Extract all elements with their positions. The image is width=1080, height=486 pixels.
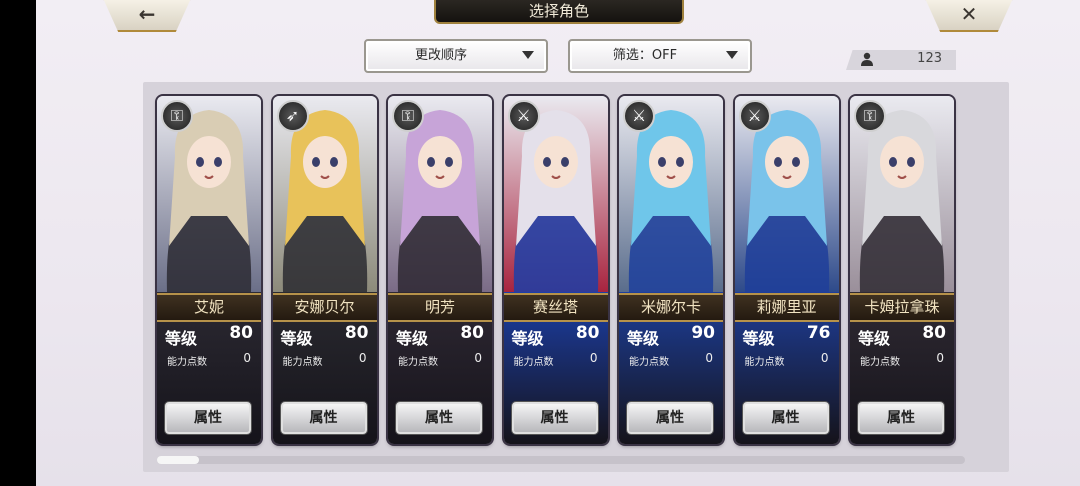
ability-points-value: 0 [358, 351, 367, 365]
close-button[interactable]: ✕ [924, 0, 1014, 32]
attributes-button[interactable]: 属性 [165, 402, 251, 434]
level-value: 80 [460, 323, 484, 343]
ability-points-label: 能力点数 [629, 357, 669, 368]
level-label: 等级 [742, 329, 775, 348]
ability-points-label: 能力点数 [282, 357, 323, 368]
horizontal-scrollbar[interactable] [157, 456, 965, 464]
attributes-button[interactable]: 属性 [396, 402, 482, 434]
level-label: 等级 [165, 329, 198, 348]
back-arrow-icon: ← [138, 2, 156, 26]
level-label: 等级 [858, 329, 891, 348]
scrollbar-thumb[interactable] [157, 456, 199, 464]
back-button[interactable]: ← [102, 0, 192, 32]
character-name: 安娜贝尔 [272, 293, 377, 322]
character-card[interactable]: ⚔ 米娜尔卡等级 90 能力点数 0 属性 [619, 96, 723, 444]
level-label: 等级 [511, 329, 544, 348]
character-name: 莉娜里亚 [734, 293, 839, 322]
character-card[interactable]: ⚿ 艾妮等级 80 能力点数 0 属性 [157, 96, 261, 444]
left-black-bar [0, 0, 36, 486]
character-card[interactable]: ⚿ 明芳等级 80 能力点数 0 属性 [388, 96, 492, 444]
character-card[interactable]: ➶ 安娜贝尔等级 80 能力点数 0 属性 [272, 96, 377, 444]
ability-points-value: 0 [820, 351, 829, 365]
level-value: 76 [806, 323, 831, 343]
key-icon: ⚿ [161, 100, 193, 132]
ability-points-label: 能力点数 [744, 357, 785, 368]
character-card[interactable]: ⚔ 赛丝塔等级 80 能力点数 0 属性 [503, 96, 608, 444]
character-card[interactable]: ⚿ 卡姆拉拿珠等级 80 能力点数 0 属性 [850, 96, 954, 444]
close-icon: ✕ [960, 2, 978, 26]
ability-points-value: 0 [705, 351, 713, 365]
character-name: 明芳 [388, 293, 492, 322]
level-label: 等级 [396, 329, 429, 348]
ability-points-value: 0 [243, 351, 251, 365]
character-name: 赛丝塔 [503, 293, 608, 322]
level-label: 等级 [280, 329, 313, 348]
level-value: 80 [575, 323, 600, 343]
character-count-value: 123 [917, 51, 942, 66]
sort-dropdown-label: 更改顺序 [414, 48, 467, 63]
attributes-button[interactable]: 属性 [742, 402, 829, 434]
attributes-button[interactable]: 属性 [627, 402, 713, 434]
arrow-icon: ➶ [276, 100, 309, 132]
ability-points-label: 能力点数 [167, 357, 207, 368]
character-name: 艾妮 [157, 293, 261, 322]
level-value: 80 [344, 323, 369, 343]
level-value: 90 [691, 323, 715, 343]
ability-points-value: 0 [589, 351, 598, 365]
attributes-button[interactable]: 属性 [858, 402, 944, 434]
level-label: 等级 [627, 329, 660, 348]
character-card[interactable]: ⚔ 莉娜里亚等级 76 能力点数 0 属性 [734, 96, 839, 444]
filter-dropdown-label: 筛选：OFF [612, 48, 678, 63]
sort-order-dropdown[interactable]: 更改顺序 [364, 39, 548, 73]
character-name: 米娜尔卡 [619, 293, 723, 322]
filter-dropdown[interactable]: 筛选：OFF [568, 39, 752, 73]
select-character-screen: ← 选择角色 ✕ 更改顺序 筛选：OFF 123 ⚿ 艾妮 等级 80 能力点数 0 属性 ➶… [36, 0, 1080, 486]
person-icon [860, 52, 874, 70]
character-name: 卡姆拉拿珠 [850, 293, 954, 322]
chevron-down-icon [522, 51, 534, 59]
key-icon: ⚿ [392, 100, 424, 132]
page-title: 选择角色 [434, 0, 684, 24]
sword-icon: ⚔ [507, 100, 540, 132]
sword-icon: ⚔ [623, 100, 655, 132]
character-count: 123 [846, 50, 956, 70]
level-value: 80 [922, 323, 946, 343]
ability-points-label: 能力点数 [860, 357, 900, 368]
ability-points-value: 0 [474, 351, 482, 365]
character-list-panel: ⚿ 艾妮 等级 80 能力点数 0 属性 ➶ 安娜贝尔 等级 80 能力点数 0 属性 ⚿ 明芳 等级 80 能力点… [143, 82, 1009, 472]
ability-points-label: 能力点数 [513, 357, 554, 368]
ability-points-label: 能力点数 [398, 357, 438, 368]
chevron-down-icon [726, 51, 738, 59]
key-icon: ⚿ [854, 100, 886, 132]
attributes-button[interactable]: 属性 [511, 402, 598, 434]
level-value: 80 [229, 323, 253, 343]
sword-icon: ⚔ [738, 100, 771, 132]
attributes-button[interactable]: 属性 [280, 402, 367, 434]
ability-points-value: 0 [936, 351, 944, 365]
